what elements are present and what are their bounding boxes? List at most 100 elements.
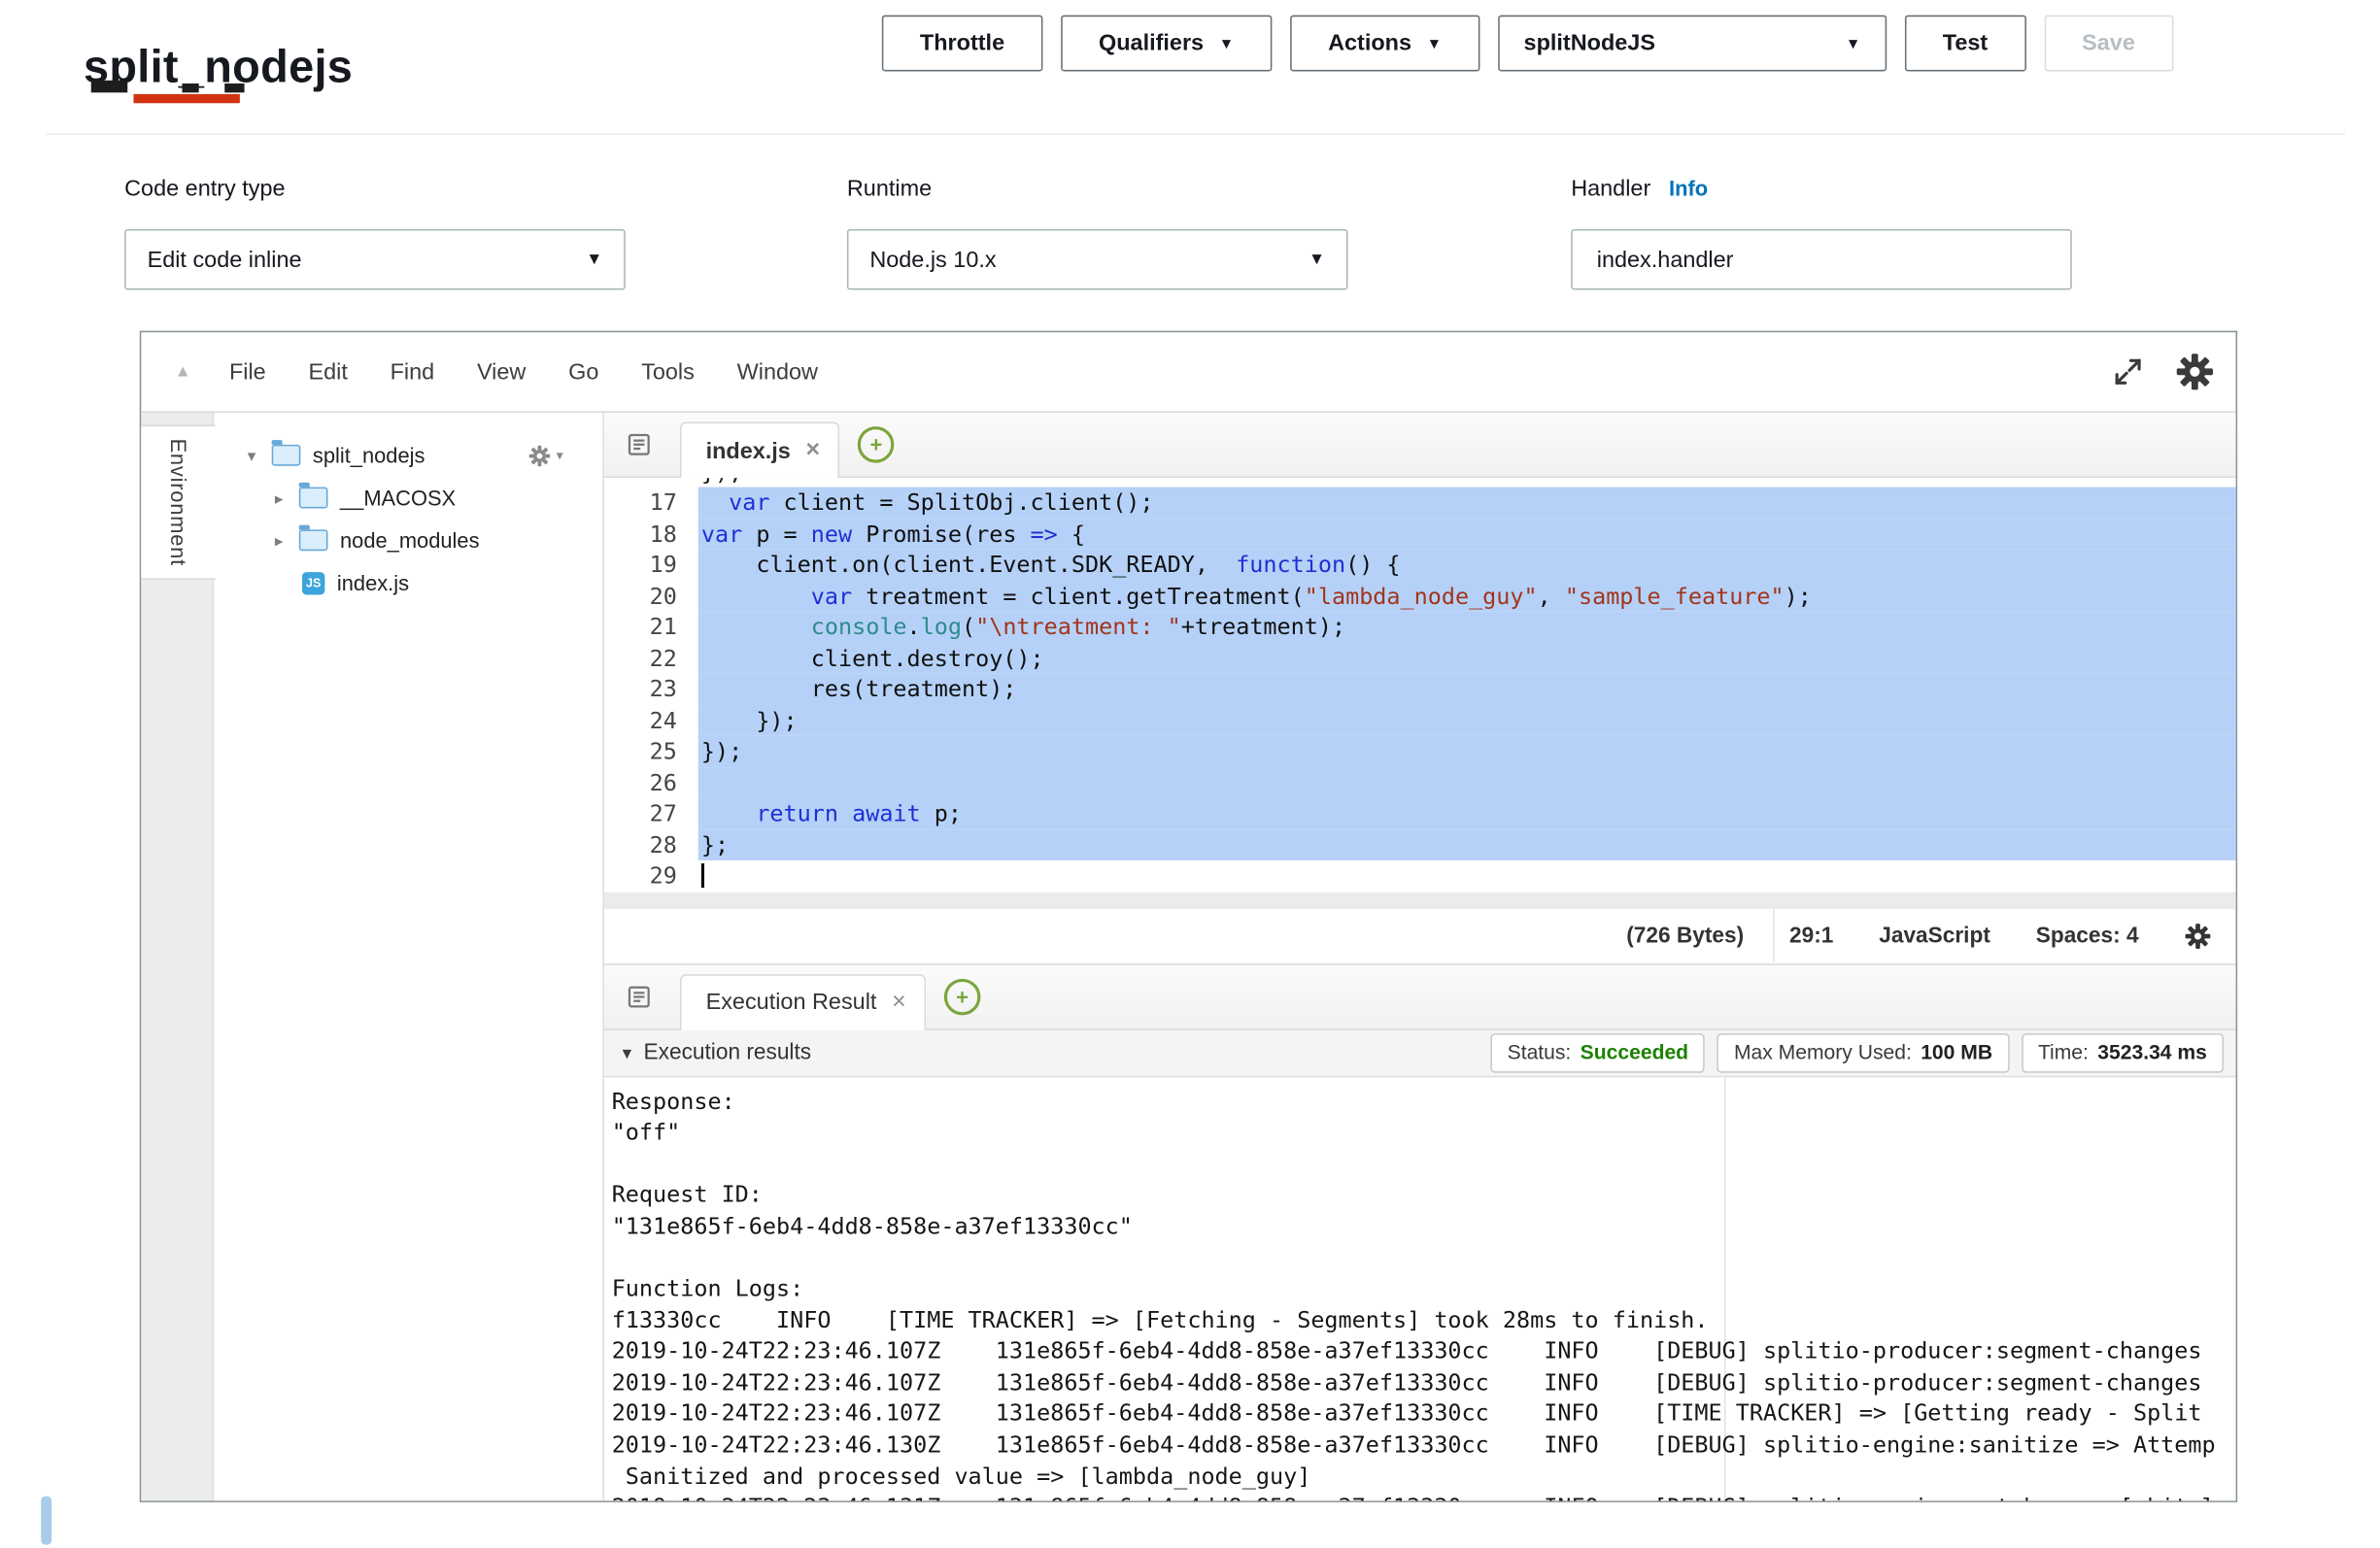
tree-item-label: split_nodejs [313,443,425,467]
spaces-status[interactable]: Spaces: 4 [2036,924,2139,948]
throttle-button[interactable]: Throttle [882,16,1042,72]
collapse-menubar-icon[interactable]: ▲ [175,362,191,381]
code-editor-area[interactable]: });17 var client = SplitObj.client();18v… [604,478,2236,908]
handler-label-text: Handler [1571,176,1650,202]
test-button[interactable]: Test [1905,16,2026,72]
environment-tab-label: Environment [166,438,190,565]
header-actions: ThrottleQualifiers▼Actions▼splitNodeJS▼T… [882,16,2173,72]
code-entry-type-value: Edit code inline [148,247,302,273]
language-status[interactable]: JavaScript [1879,924,1990,948]
tab-execution-result[interactable]: Execution Result × [680,973,926,1029]
execution-log-output[interactable]: Response:"off"Request ID:"131e865f-6eb4-… [604,1077,2236,1501]
menubar-right-icons [2111,353,2214,392]
line-number: 18 [604,519,698,550]
menu-file[interactable]: File [229,359,266,386]
line-number: 17 [604,488,698,519]
handler-field: Handler Info [1571,176,2072,289]
horizontal-scrollbar-track[interactable] [604,892,2236,908]
log-line: Sanitized and processed value => [lambda… [612,1461,2236,1492]
caret-down-icon[interactable]: ▾ [623,1042,631,1063]
code-text: var p = new Promise(res => { [698,519,2236,550]
code-text: return await p; [698,798,2236,829]
log-line: 2019-10-24T22:23:46.107Z 131e865f-6eb4-4… [612,1335,2236,1366]
tab-index-js-label: index.js [706,438,791,464]
environment-pane: Environment ▾split_nodejs▾▸__MACOSX▸node… [141,413,604,1500]
handler-input-wrap [1571,229,2072,290]
tab-list-icon[interactable] [604,413,674,477]
log-line: Request ID: [612,1180,2236,1211]
caret-down-icon: ▼ [1427,37,1442,53]
menu-tools[interactable]: Tools [641,359,695,386]
execution-results-title: Execution results [644,1040,812,1064]
tree-item-index-js[interactable]: JSindex.js [214,561,602,604]
throttle-button-label: Throttle [920,30,1004,56]
save-button[interactable]: Save [2044,16,2173,72]
panel-divider [46,134,2345,136]
qualifiers-button-label: Qualifiers [1099,30,1204,56]
runtime-label: Runtime [847,176,1348,206]
log-line: Response: [612,1086,2236,1117]
log-line: 2019-10-24T22:23:46.131Z 131e865f-6eb4-4… [612,1492,2236,1500]
code-line-17: 17 var client = SplitObj.client(); [604,488,2236,519]
line-number: 19 [604,550,698,581]
runtime-select[interactable]: Node.js 10.x ▼ [847,229,1348,290]
fullscreen-expand-icon[interactable] [2111,355,2144,388]
save-button-label: Save [2082,30,2135,56]
clipped-text-fragment [183,84,199,92]
actions-button[interactable]: Actions▼ [1290,16,1479,72]
tab-list-icon[interactable] [604,964,674,1028]
close-icon[interactable]: × [805,439,820,463]
tab-index-js[interactable]: index.js × [680,421,839,478]
test-button-label: Test [1943,30,1988,56]
folder-icon [299,488,328,509]
new-tab-plus-icon[interactable]: + [858,426,895,463]
badge-label: Time: [2038,1041,2089,1063]
editor-menubar: ▲ File Edit Find View Go Tools Window [141,332,2235,413]
editor-settings-gear-icon[interactable] [2175,353,2215,392]
caret-down-icon: ▼ [1219,37,1234,53]
code-text-clipped: }); [701,478,2236,487]
clipped-text-fragment [91,81,128,93]
log-line: 2019-10-24T22:23:46.107Z 131e865f-6eb4-4… [612,1398,2236,1430]
cursor-position-status[interactable]: 29:1 [1789,924,1833,948]
log-line: f13330cc INFO [TIME TRACKER] => [Fetchin… [612,1304,2236,1335]
line-number: 28 [604,829,698,860]
menu-edit[interactable]: Edit [308,359,347,386]
file-size-status: (726 Bytes) [1626,924,1744,948]
tree-item-macosx[interactable]: ▸__MACOSX [214,477,602,520]
text-cursor [701,863,704,888]
code-text [698,860,2236,892]
execution-results-header: ▾ Execution results Status:SucceededMax … [604,1029,2236,1076]
tree-item-split-nodejs[interactable]: ▾split_nodejs▾ [214,434,602,477]
code-line-26: 26 [604,767,2236,798]
code-text: client.destroy(); [698,643,2236,674]
menu-view[interactable]: View [477,359,526,386]
line-number: 23 [604,674,698,705]
runtime-field: Runtime Node.js 10.x ▼ [847,176,1348,289]
editor-statusbar: (726 Bytes) 29:1 JavaScript Spaces: 4 [604,908,2236,962]
code-text: }); [698,705,2236,736]
code-entry-type-select[interactable]: Edit code inline ▼ [124,229,626,290]
clipped-text-fragment [224,84,244,92]
folder-icon [299,529,328,551]
splitnodejs-button[interactable]: splitNodeJS▼ [1498,16,1887,72]
log-line: 2019-10-24T22:23:46.130Z 131e865f-6eb4-4… [612,1430,2236,1461]
menu-go[interactable]: Go [568,359,598,386]
handler-input[interactable] [1594,245,2050,274]
folder-settings-gear-icon[interactable]: ▾ [528,444,562,466]
handler-info-link[interactable]: Info [1669,176,1708,200]
qualifiers-button[interactable]: Qualifiers ▼ [1061,16,1272,72]
menu-window[interactable]: Window [737,359,818,386]
environment-tab[interactable]: Environment [141,425,216,580]
code-entry-type-label: Code entry type [124,176,626,206]
close-icon[interactable]: × [892,991,906,1015]
tree-item-label: node_modules [340,528,480,553]
code-line-18: 18var p = new Promise(res => { [604,519,2236,550]
editor-main-pane: index.js × + });17 var client = SplitObj… [604,413,2236,1500]
menu-find[interactable]: Find [391,359,435,386]
new-tab-plus-icon[interactable]: + [944,978,981,1015]
tree-item-node-modules[interactable]: ▸node_modules [214,519,602,561]
log-line: 2019-10-24T22:23:46.107Z 131e865f-6eb4-4… [612,1367,2236,1398]
statusbar-gear-icon[interactable] [2184,922,2211,949]
badge-value: Succeeded [1581,1041,1688,1063]
